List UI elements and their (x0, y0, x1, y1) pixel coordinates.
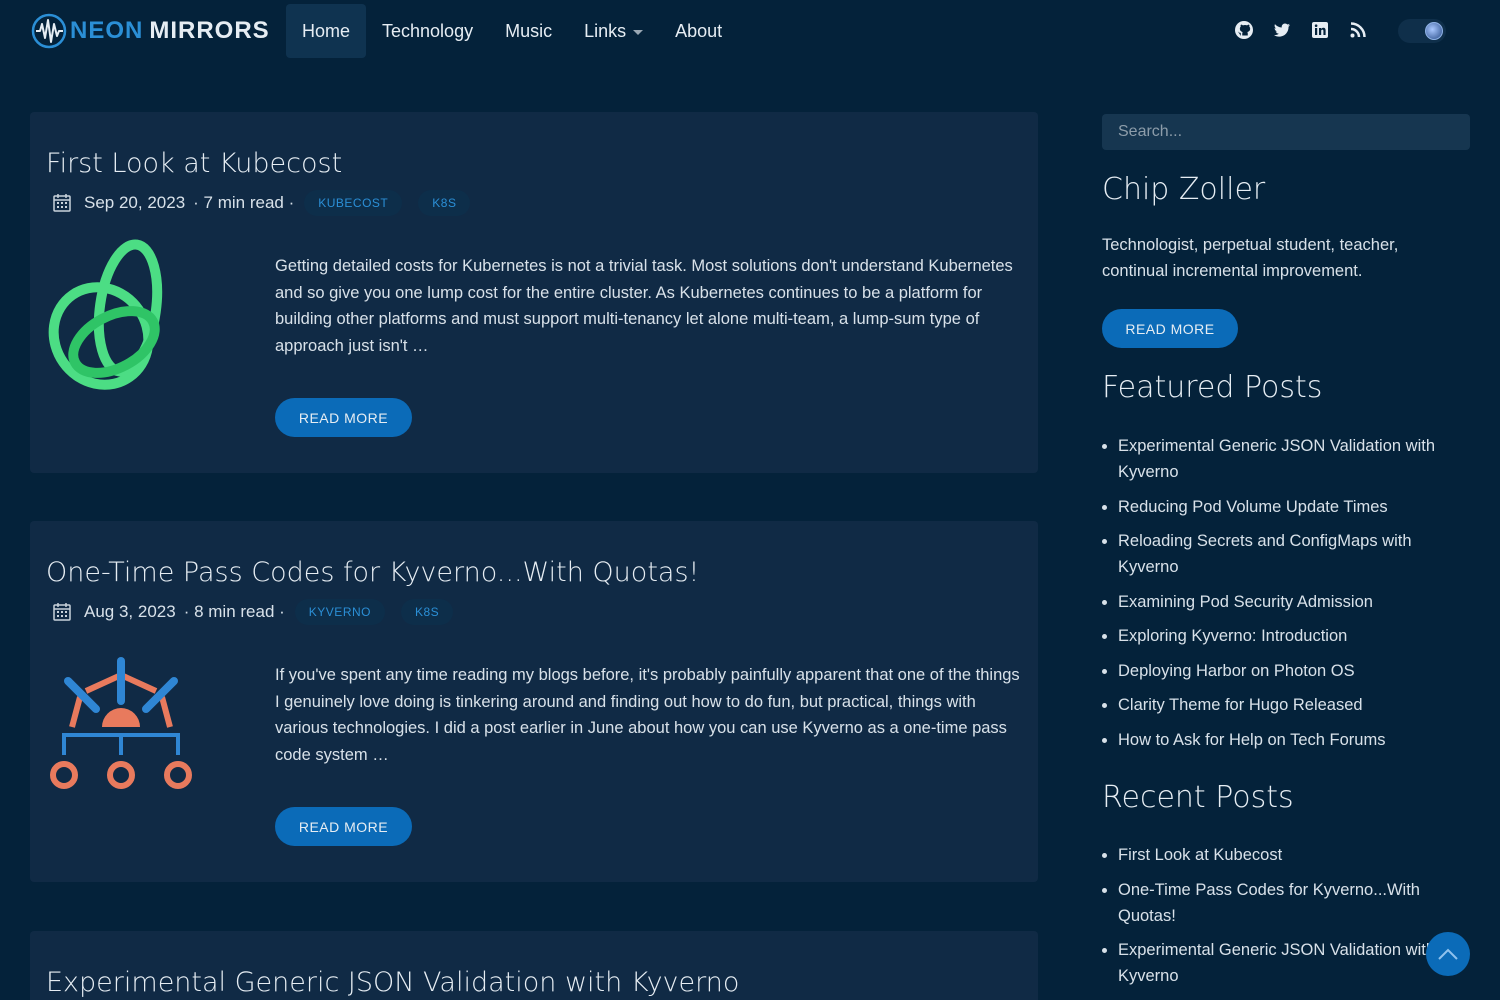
read-time: · 7 min read · (193, 193, 295, 212)
post-excerpt: Getting detailed costs for Kubernetes is… (275, 257, 1013, 355)
nav-about[interactable]: About (659, 4, 738, 58)
nav-music-label: Music (505, 20, 553, 41)
brand-neon: NEON (70, 17, 144, 44)
top-navbar: NEON MIRRORS Home Technology Music Links … (0, 0, 1500, 60)
read-more-button[interactable]: READ MORE (275, 398, 412, 437)
post-card: Experimental Generic JSON Validation wit… (30, 931, 1038, 1000)
nav-home[interactable]: Home (286, 4, 367, 58)
featured-post-link[interactable]: Experimental Generic JSON Validation wit… (1118, 433, 1470, 485)
github-icon[interactable] (1234, 20, 1254, 40)
nav-links-label: Links (584, 20, 627, 41)
nav-about-label: About (675, 20, 723, 41)
post-title[interactable]: Experimental Generic JSON Validation wit… (46, 967, 739, 998)
author-read-more-button[interactable]: READ MORE (1102, 309, 1238, 348)
logo-wave-icon (31, 13, 67, 49)
tag-kubecost[interactable]: KUBECOST (304, 190, 403, 216)
site-logo[interactable]: NEON MIRRORS (30, 12, 270, 50)
theme-toggle[interactable] (1398, 19, 1446, 43)
featured-posts-list: Experimental Generic JSON Validation wit… (1118, 433, 1470, 761)
linkedin-icon[interactable] (1310, 20, 1330, 40)
read-time: · 8 min read · (183, 602, 285, 621)
recent-post-link[interactable]: First Look at Kubecost (1118, 842, 1438, 868)
calendar-icon (53, 194, 71, 212)
main-menu: Home Technology Music Links About (286, 4, 738, 58)
tag-kyverno[interactable]: KYVERNO (294, 599, 385, 625)
post-date: Aug 3, 2023 (84, 602, 176, 621)
brand-mirrors: MIRRORS (149, 17, 270, 44)
featured-post-link[interactable]: Exploring Kyverno: Introduction (1118, 623, 1470, 649)
featured-post-link[interactable]: Examining Pod Security Admission (1118, 589, 1470, 615)
recent-posts-heading: Recent Posts (1102, 780, 1294, 815)
rss-icon[interactable] (1348, 20, 1368, 40)
featured-posts-heading: Featured Posts (1102, 370, 1323, 405)
calendar-icon (53, 603, 71, 621)
twitter-icon[interactable] (1272, 20, 1292, 40)
tag-k8s[interactable]: K8S (400, 599, 454, 625)
kubecost-logo-icon (48, 239, 163, 390)
recent-post-link[interactable]: Experimental Generic JSON Validation wit… (1118, 937, 1438, 989)
post-card: One-Time Pass Codes for Kyverno...With Q… (30, 521, 1038, 882)
nav-technology[interactable]: Technology (366, 4, 489, 58)
post-title[interactable]: First Look at Kubecost (46, 148, 342, 179)
post-title[interactable]: One-Time Pass Codes for Kyverno...With Q… (46, 557, 699, 588)
featured-post-link[interactable]: Clarity Theme for Hugo Released (1118, 692, 1470, 718)
search-input[interactable] (1102, 114, 1470, 150)
chevron-up-icon (1438, 948, 1458, 960)
nav-technology-label: Technology (382, 20, 474, 41)
recent-post-link[interactable]: One-Time Pass Codes for Kyverno...With Q… (1118, 877, 1438, 929)
social-links (1234, 20, 1368, 40)
post-date: Sep 20, 2023 (84, 193, 186, 212)
read-more-button[interactable]: READ MORE (275, 807, 412, 846)
post-meta: Sep 20, 2023 · 7 min read · KUBECOST K8S (52, 190, 471, 216)
moon-icon (1425, 22, 1443, 40)
nav-music[interactable]: Music (489, 4, 568, 58)
post-meta: Aug 3, 2023 · 8 min read · KYVERNO K8S (52, 599, 454, 625)
kyverno-hierarchy-icon (50, 657, 192, 789)
author-name: Chip Zoller (1102, 172, 1266, 207)
featured-post-link[interactable]: Reducing Pod Volume Update Times (1118, 494, 1470, 520)
post-card: First Look at Kubecost Sep 20, 2023 · 7 … (30, 112, 1038, 473)
recent-posts-list: First Look at Kubecost One-Time Pass Cod… (1118, 842, 1438, 998)
featured-post-link[interactable]: Reloading Secrets and ConfigMaps with Ky… (1118, 528, 1470, 580)
nav-links[interactable]: Links (568, 4, 659, 58)
chevron-down-icon (633, 30, 644, 35)
scroll-to-top-button[interactable] (1426, 932, 1470, 976)
post-excerpt: If you've spent any time reading my blog… (275, 666, 1020, 764)
site-title: NEON MIRRORS (70, 17, 270, 45)
tag-k8s[interactable]: K8S (418, 190, 471, 216)
featured-post-link[interactable]: How to Ask for Help on Tech Forums (1118, 727, 1470, 753)
author-bio: Technologist, perpetual student, teacher… (1102, 236, 1399, 280)
featured-post-link[interactable]: Deploying Harbor on Photon OS (1118, 658, 1470, 684)
nav-home-label: Home (302, 20, 351, 41)
